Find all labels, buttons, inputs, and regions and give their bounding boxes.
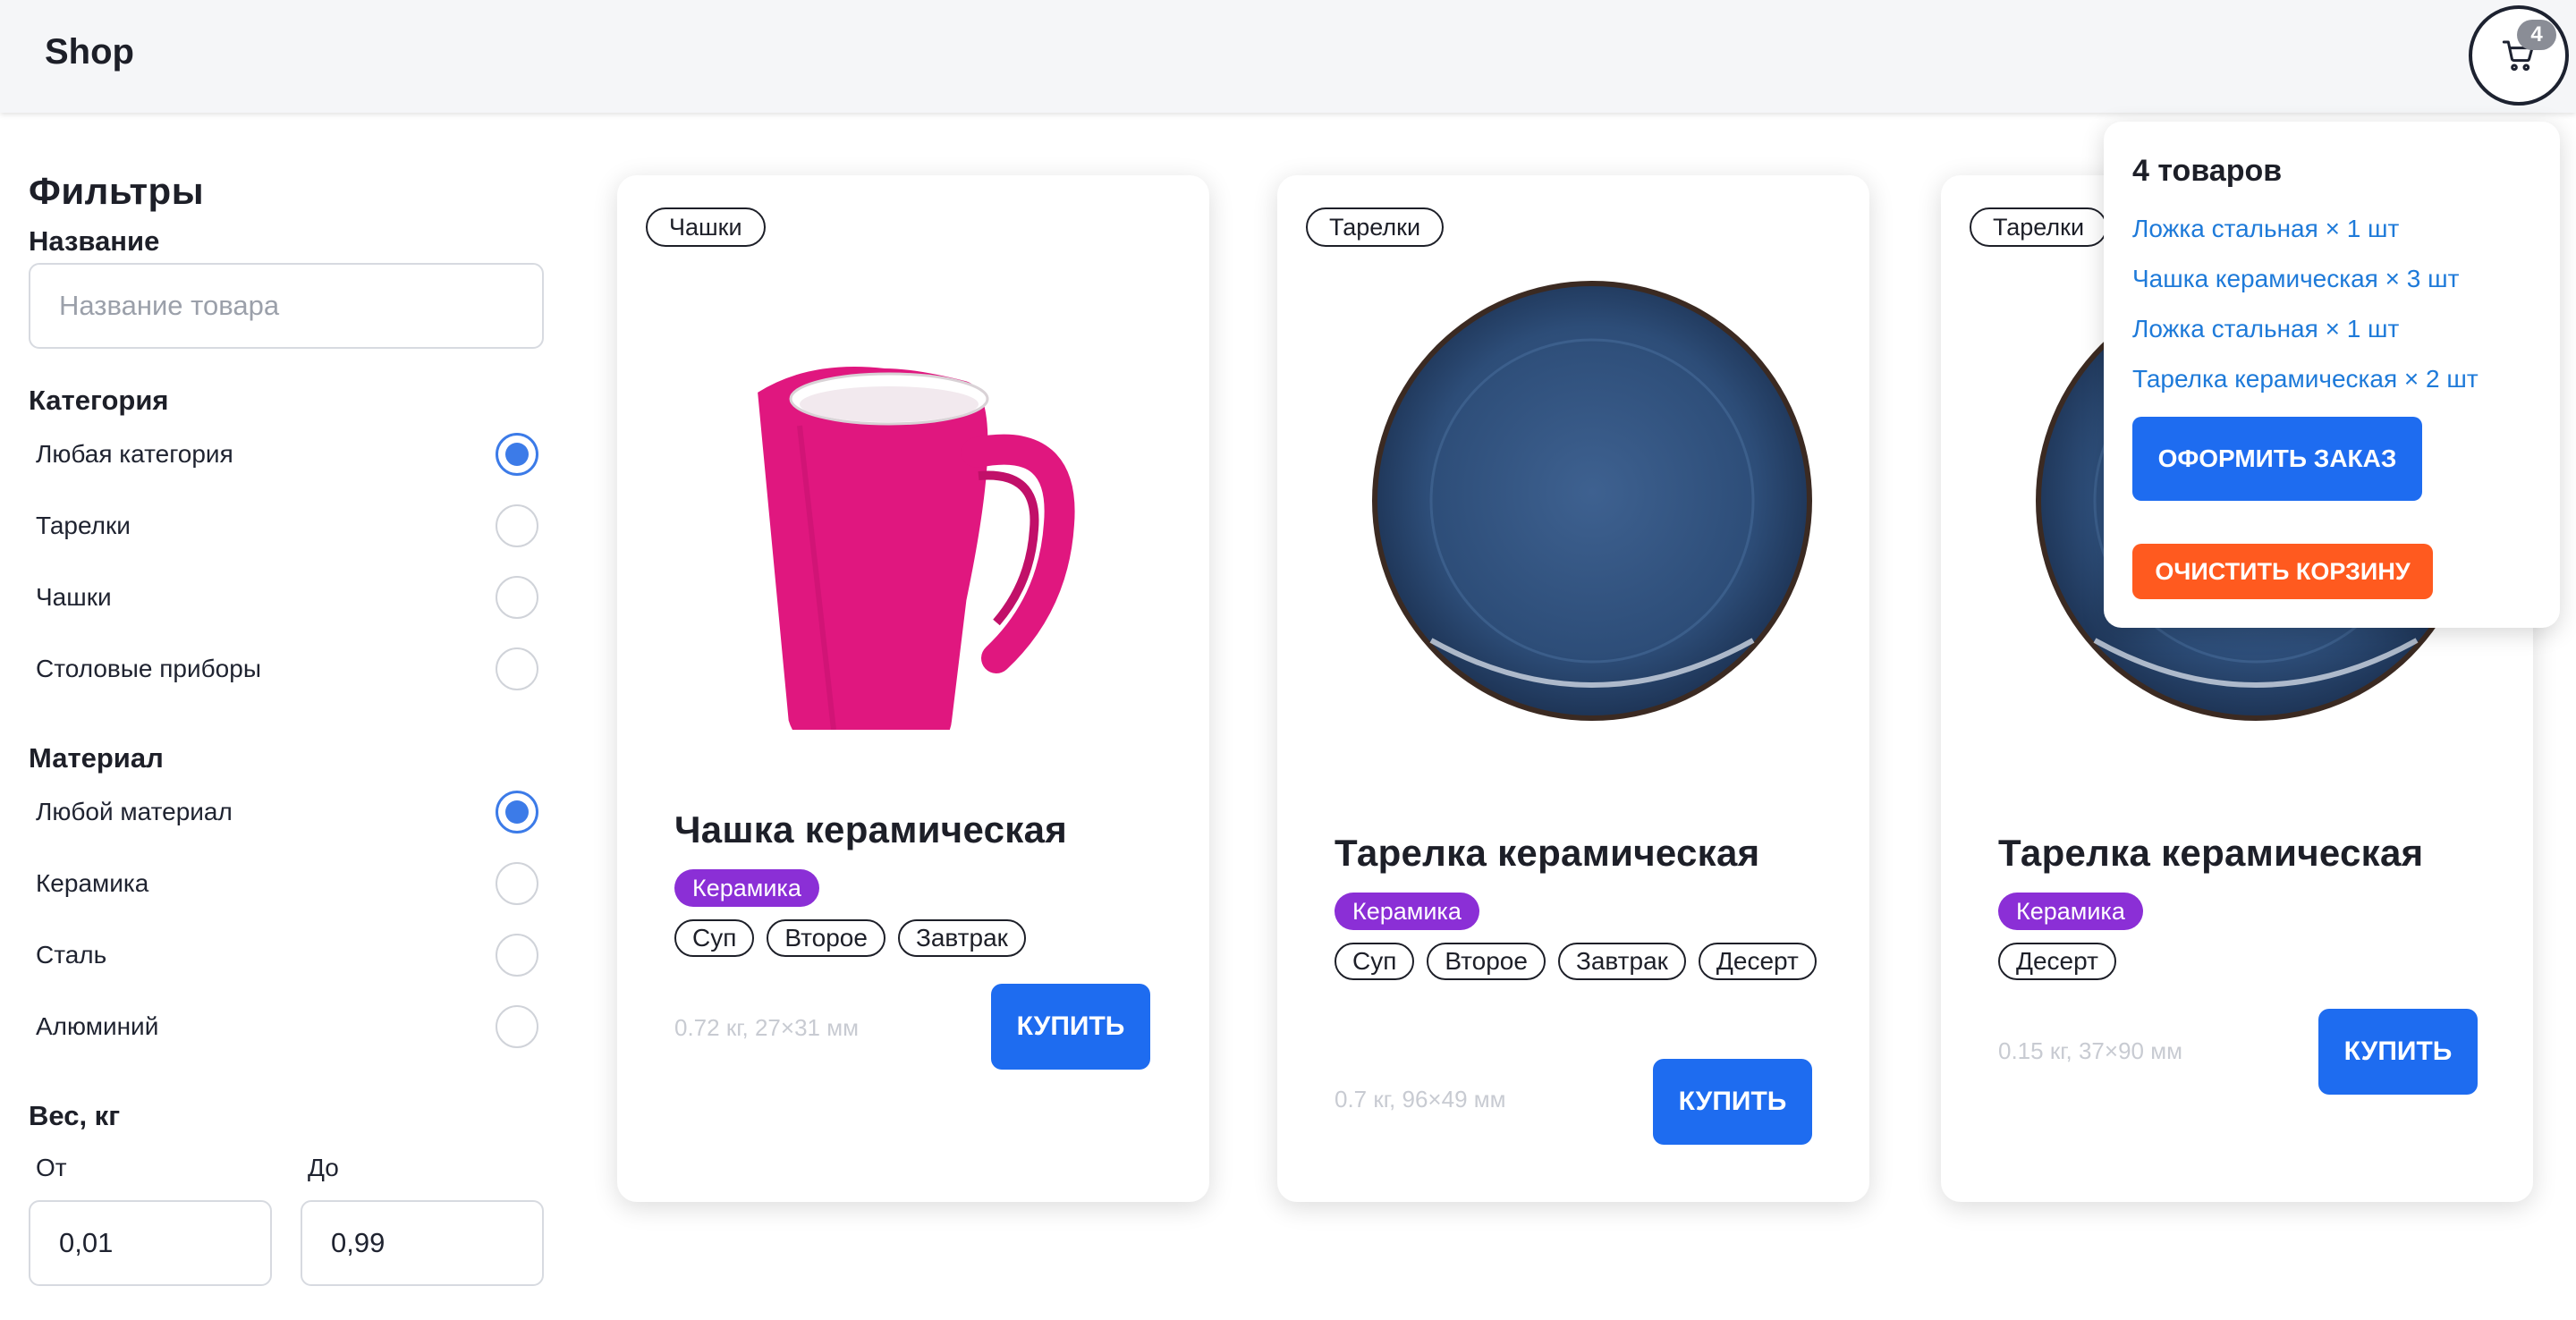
category-tag: Чашки (646, 207, 766, 247)
radio-button[interactable] (496, 791, 538, 833)
name-filter-label: Название (29, 225, 160, 257)
radio-button[interactable] (496, 576, 538, 619)
tag-list: Десерт (1998, 943, 2481, 980)
category-option-cups[interactable]: Чашки (29, 571, 538, 624)
material-option-aluminum[interactable]: Алюминий (29, 1000, 538, 1053)
weight-filter-label: Вес, кг (29, 1100, 121, 1131)
radio-button[interactable] (496, 1005, 538, 1048)
material-option-ceramic[interactable]: Керамика (29, 857, 538, 910)
cart-count-badge: 4 (2517, 20, 2556, 50)
category-filter-label: Категория (29, 385, 169, 416)
material-option-any[interactable]: Любой материал (29, 785, 538, 839)
material-option-steel[interactable]: Сталь (29, 928, 538, 982)
meal-tag: Суп (674, 919, 755, 957)
radio-label: Столовые приборы (36, 655, 261, 682)
category-option-cutlery[interactable]: Столовые приборы (29, 642, 538, 696)
meal-tag: Десерт (1998, 943, 2116, 980)
weight-from-input[interactable]: 0,01 (29, 1200, 272, 1286)
meal-tag: Завтрак (1557, 943, 1686, 980)
meal-tag: Десерт (1698, 943, 1817, 980)
cart-item-link[interactable]: Тарелка керамическая × 2 шт (2132, 365, 2479, 393)
radio-label: Чашки (36, 583, 112, 611)
product-meta: 0.72 кг, 27×31 мм (674, 1014, 859, 1041)
cart-item-link[interactable]: Ложка стальная × 1 шт (2132, 315, 2399, 343)
tag-list: Суп Второе Завтрак (674, 919, 1157, 957)
cart-item-link[interactable]: Ложка стальная × 1 шт (2132, 215, 2399, 243)
place-order-button[interactable]: ОФОРМИТЬ ЗАКАЗ (2132, 417, 2422, 501)
weight-to-input[interactable]: 0,99 (301, 1200, 544, 1286)
cart-dropdown: 4 товаров Ложка стальная × 1 шт Чашка ке… (2104, 122, 2560, 628)
shop-logo[interactable]: Shop (45, 32, 134, 72)
meal-tag: Второе (1427, 943, 1546, 980)
category-tag: Тарелки (1306, 207, 1445, 247)
product-meta: 0.15 кг, 37×90 мм (1998, 1037, 2182, 1064)
product-title[interactable]: Чашка керамическая (674, 808, 1067, 851)
meal-tag: Второе (767, 919, 886, 957)
category-option-any[interactable]: Любая категория (29, 427, 538, 481)
radio-label: Любая категория (36, 440, 233, 468)
radio-button[interactable] (496, 647, 538, 690)
radio-button[interactable] (496, 504, 538, 547)
tag-list: Суп Второе Завтрак Десерт (1335, 943, 1818, 980)
buy-button[interactable]: КУПИТЬ (991, 984, 1150, 1070)
material-tag: Керамика (1335, 893, 1479, 930)
radio-button[interactable] (496, 934, 538, 977)
product-meta: 0.7 кг, 96×49 мм (1335, 1086, 1506, 1113)
mug-image (758, 367, 1075, 730)
cart-button[interactable] (2469, 5, 2569, 106)
buy-button[interactable]: КУПИТЬ (2318, 1009, 2478, 1095)
radio-label: Сталь (36, 941, 107, 969)
material-filter-label: Материал (29, 742, 164, 774)
radio-button[interactable] (496, 433, 538, 476)
meal-tag: Суп (1335, 943, 1415, 980)
material-tag: Керамика (1998, 893, 2143, 930)
category-tag: Тарелки (1970, 207, 2108, 247)
radio-button[interactable] (496, 862, 538, 905)
weight-to-label: До (308, 1154, 339, 1181)
material-tag: Керамика (674, 869, 819, 907)
radio-label: Керамика (36, 869, 149, 897)
filters-title: Фильтры (29, 170, 205, 212)
product-title[interactable]: Тарелка керамическая (1335, 832, 1759, 875)
top-header: Shop (0, 0, 2576, 113)
product-card[interactable]: Чашки Чашка керамическая Керамика Суп Вт… (617, 175, 1209, 1202)
product-name-input[interactable]: Название товара (29, 263, 544, 349)
buy-button[interactable]: КУПИТЬ (1653, 1059, 1812, 1145)
meal-tag: Завтрак (897, 919, 1026, 957)
clear-cart-button[interactable]: ОЧИСТИТЬ КОРЗИНУ (2132, 544, 2433, 599)
plate-image (1372, 281, 1812, 721)
product-title[interactable]: Тарелка керамическая (1998, 832, 2423, 875)
radio-label: Тарелки (36, 512, 131, 539)
radio-label: Алюминий (36, 1012, 159, 1040)
radio-label: Любой материал (36, 798, 233, 825)
cart-items-count: 4 товаров (2132, 154, 2283, 188)
category-option-plates[interactable]: Тарелки (29, 499, 538, 553)
weight-from-label: От (36, 1154, 67, 1181)
cart-item-link[interactable]: Чашка керамическая × 3 шт (2132, 265, 2459, 293)
product-card[interactable]: Тарелки Тарелка керамическая Керамика Су… (1277, 175, 1869, 1202)
